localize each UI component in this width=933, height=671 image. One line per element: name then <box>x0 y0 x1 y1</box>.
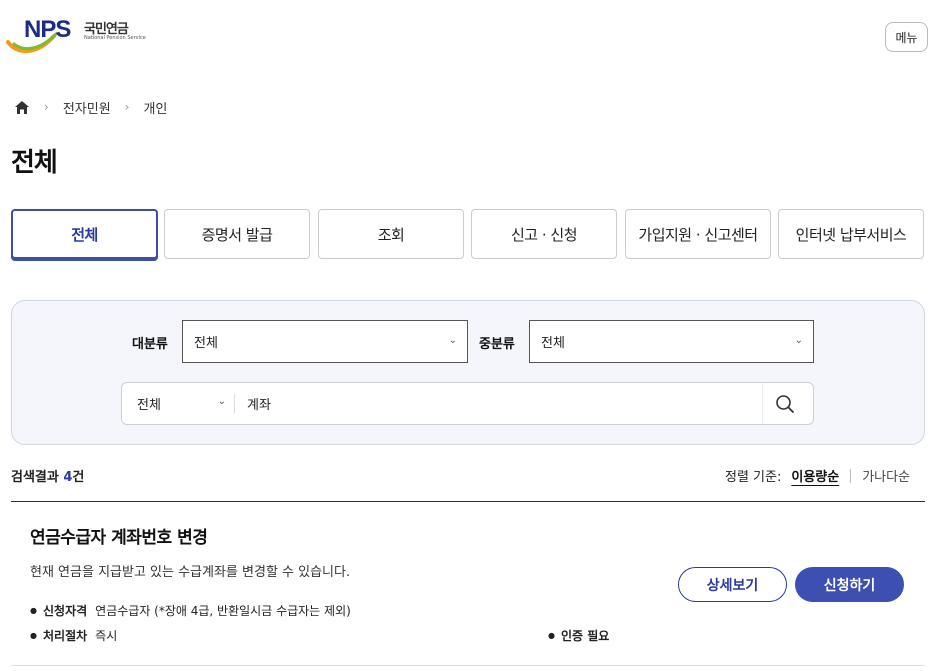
logo-english-name: National Pension Service <box>84 35 146 41</box>
search-icon[interactable] <box>774 393 796 415</box>
result-count: 검색결과 4건 <box>11 466 84 485</box>
middle-category-value: 전체 <box>541 336 565 351</box>
search-bar: 전체 ⌄ <box>121 382 814 425</box>
bullet-icon: ● <box>30 631 37 640</box>
chevron-right-icon: › <box>124 100 130 114</box>
tab-report-apply[interactable]: 신고 · 신청 <box>471 209 617 259</box>
chevron-right-icon: › <box>44 100 49 114</box>
search-category-select[interactable]: 전체 ⌄ <box>122 383 234 424</box>
major-category-value: 전체 <box>194 336 218 351</box>
result-item-description: 현재 연금을 지급받고 있는 수급계좌를 변경할 수 있습니다. <box>30 565 351 580</box>
detail-button[interactable]: 상세보기 <box>678 567 787 602</box>
result-count-suffix: 건 <box>72 470 85 485</box>
sort-by-alphabetical[interactable]: 가나다순 <box>862 466 910 485</box>
sort-by-usage[interactable]: 이용량순 <box>791 466 839 485</box>
process-value: 즉시 <box>95 629 118 643</box>
results-bottom-divider <box>11 665 925 666</box>
sort-options: 정렬 기준: 이용량순 가나다순 <box>725 466 910 485</box>
major-category-label: 대분류 <box>132 337 168 352</box>
sort-label: 정렬 기준: <box>725 470 782 485</box>
search-filter-panel: 대분류 전체 ⌄ 중분류 전체 ⌄ 전체 ⌄ <box>11 300 925 445</box>
major-category-select[interactable]: 전체 ⌄ <box>182 320 468 363</box>
eligibility-value: 연금수급자 (*장애 4급, 반환일시금 수급자는 제외) <box>95 604 351 618</box>
eligibility-key: 신청자격 <box>42 604 88 618</box>
process-key: 처리절차 <box>42 629 88 643</box>
apply-button[interactable]: 신청하기 <box>795 567 904 602</box>
auth-required: 인증 필요 <box>560 629 610 643</box>
bullet-icon: ● <box>30 606 37 615</box>
results-top-divider <box>11 501 925 502</box>
middle-category-select[interactable]: 전체 ⌄ <box>529 320 814 363</box>
sort-divider <box>850 468 852 483</box>
search-divider <box>234 394 235 413</box>
tab-inquiry[interactable]: 조회 <box>318 209 464 259</box>
nps-logo[interactable]: NPS 국민연금 National Pension Service <box>6 14 146 56</box>
tab-internet-payment[interactable]: 인터넷 납부서비스 <box>778 209 924 259</box>
header: NPS 국민연금 National Pension Service 메뉴 <box>0 0 933 80</box>
chevron-down-icon: ⌄ <box>794 335 803 346</box>
breadcrumb-item-personal[interactable]: 개인 <box>143 98 167 117</box>
category-tabs: 전체 증명서 발급 조회 신고 · 신청 가입지원 · 신고센터 인터넷 납부서… <box>11 209 924 259</box>
result-item-title: 연금수급자 계좌번호 변경 <box>30 528 208 548</box>
result-item-auth: ● 인증 필요 <box>548 627 617 644</box>
search-input[interactable] <box>247 383 757 424</box>
tab-enrollment-support[interactable]: 가입지원 · 신고센터 <box>625 209 771 259</box>
chevron-down-icon: ⌄ <box>217 396 226 407</box>
search-category-value: 전체 <box>137 398 161 413</box>
menu-button[interactable]: 메뉴 <box>885 22 928 52</box>
result-item-process: ● 처리절차 즉시 <box>30 627 117 644</box>
tab-certificate[interactable]: 증명서 발급 <box>164 209 310 259</box>
search-divider <box>762 383 763 424</box>
breadcrumb-item-civil[interactable]: 전자민원 <box>63 98 111 117</box>
bullet-icon: ● <box>548 631 555 640</box>
chevron-down-icon: ⌄ <box>448 335 457 346</box>
middle-category-label: 중분류 <box>479 337 515 352</box>
result-count-prefix: 검색결과 <box>11 470 59 485</box>
tab-all[interactable]: 전체 <box>11 209 158 259</box>
page-title: 전체 <box>11 148 58 178</box>
result-item-eligibility: ● 신청자격 연금수급자 (*장애 4급, 반환일시금 수급자는 제외) <box>30 602 351 619</box>
home-icon[interactable] <box>14 100 30 115</box>
breadcrumb: › 전자민원 › 개인 <box>14 97 167 117</box>
logo-letters: NPS <box>24 16 71 43</box>
